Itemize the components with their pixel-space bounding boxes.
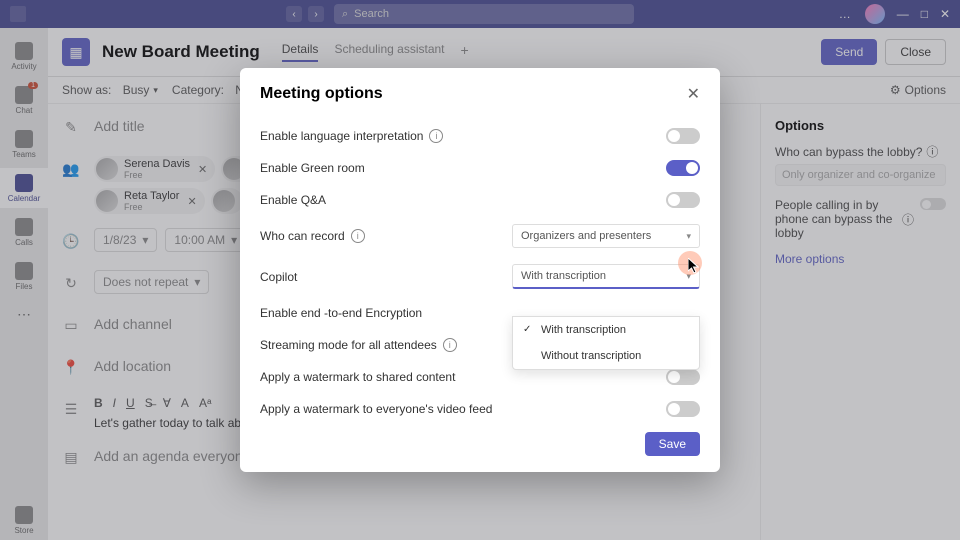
modal-title: Meeting options [260, 85, 383, 103]
meeting-options-modal: Meeting options ✕ Enable language interp… [240, 68, 720, 472]
green-room-toggle[interactable] [666, 160, 700, 176]
save-button[interactable]: Save [645, 432, 700, 456]
who-can-record-label: Who can record [260, 229, 345, 243]
streaming-label: Streaming mode for all attendees [260, 338, 437, 352]
encryption-label: Enable end -to-end Encryption [260, 306, 422, 320]
green-room-label: Enable Green room [260, 161, 365, 175]
watermark-video-toggle[interactable] [666, 401, 700, 417]
language-interpretation-toggle[interactable] [666, 128, 700, 144]
copilot-label: Copilot [260, 270, 297, 284]
copilot-dropdown-menu: With transcription Without transcription [512, 316, 700, 370]
chevron-down-icon: ▾ [686, 231, 691, 242]
who-can-record-select[interactable]: Organizers and presenters▾ [512, 224, 700, 248]
qa-toggle[interactable] [666, 192, 700, 208]
copilot-option-without-transcription[interactable]: Without transcription [513, 343, 699, 369]
watermark-shared-toggle[interactable] [666, 369, 700, 385]
watermark-shared-label: Apply a watermark to shared content [260, 370, 455, 384]
info-icon[interactable]: i [429, 129, 443, 143]
copilot-option-with-transcription[interactable]: With transcription [513, 317, 699, 343]
info-icon[interactable]: i [443, 338, 457, 352]
copilot-select[interactable]: With transcription▾ [512, 264, 700, 289]
modal-close-button[interactable]: ✕ [687, 84, 700, 104]
watermark-video-label: Apply a watermark to everyone's video fe… [260, 402, 492, 416]
info-icon[interactable]: i [351, 229, 365, 243]
language-interpretation-label: Enable language interpretation [260, 129, 423, 143]
qa-label: Enable Q&A [260, 193, 326, 207]
chevron-down-icon: ▾ [686, 271, 691, 282]
